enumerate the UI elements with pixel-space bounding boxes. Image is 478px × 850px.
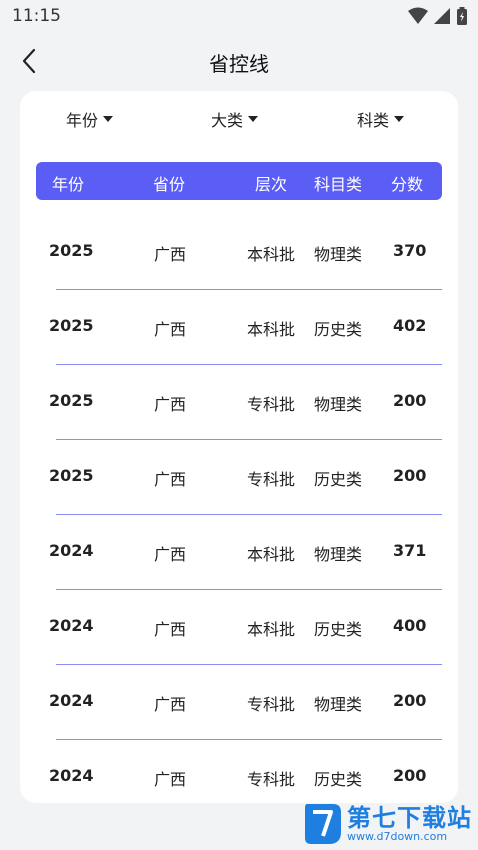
signal-icon <box>434 8 450 24</box>
filter-category-label: 大类 <box>211 111 244 130</box>
filter-bar: 年份 大类 科类 <box>20 91 458 147</box>
table-row: 2025 广西 专科批 历史类 200 <box>20 440 458 515</box>
cell-score: 402 <box>393 316 427 335</box>
table-row: 2025 广西 专科批 物理类 200 <box>20 365 458 440</box>
cell-year: 2024 <box>49 616 94 635</box>
watermark-url: www.d7down.com <box>347 830 448 843</box>
filter-year-label: 年份 <box>66 111 99 130</box>
table-row: 2024 广西 本科批 历史类 400 <box>20 590 458 665</box>
cell-year: 2024 <box>49 766 94 785</box>
site-logo-icon <box>305 804 341 844</box>
table-row: 2024 广西 专科批 历史类 200 <box>20 740 458 803</box>
cell-level: 专科批 <box>247 470 296 489</box>
cell-score: 200 <box>393 691 427 710</box>
nav-bar: 省控线 <box>0 38 478 84</box>
cell-subject: 历史类 <box>314 320 363 339</box>
cell-level: 本科批 <box>247 320 296 339</box>
cell-subject: 物理类 <box>314 695 363 714</box>
battery-icon <box>457 7 467 25</box>
header-year: 年份 <box>52 175 85 194</box>
status-time: 11:15 <box>12 6 61 26</box>
cell-level: 专科批 <box>247 695 296 714</box>
cell-level: 专科批 <box>247 395 296 414</box>
table-row: 2024 广西 专科批 物理类 200 <box>20 665 458 740</box>
caret-down-icon <box>103 116 114 122</box>
cell-year: 2025 <box>49 241 94 260</box>
cell-year: 2025 <box>49 316 94 335</box>
filter-subject-label: 科类 <box>357 111 390 130</box>
header-subject: 科目类 <box>314 175 363 194</box>
filter-subject-dropdown[interactable]: 科类 <box>357 107 405 131</box>
cell-province: 广西 <box>154 545 187 564</box>
cell-score: 371 <box>393 541 427 560</box>
cell-year: 2024 <box>49 541 94 560</box>
watermark: 第七下载站 www.d7down.com <box>303 802 472 846</box>
cell-score: 200 <box>393 766 427 785</box>
cell-subject: 历史类 <box>314 620 363 639</box>
cell-level: 本科批 <box>247 245 296 264</box>
cell-province: 广西 <box>154 620 187 639</box>
cell-province: 广西 <box>154 695 187 714</box>
cell-province: 广西 <box>154 245 187 264</box>
cell-province: 广西 <box>154 470 187 489</box>
cell-year: 2024 <box>49 691 94 710</box>
cell-subject: 物理类 <box>314 245 363 264</box>
cell-level: 专科批 <box>247 770 296 789</box>
status-icons <box>408 7 468 25</box>
cell-year: 2025 <box>49 466 94 485</box>
cell-subject: 物理类 <box>314 395 363 414</box>
table-body: 2025 广西 本科批 物理类 370 2025 广西 本科批 历史类 402 … <box>20 215 458 803</box>
cell-score: 200 <box>393 466 427 485</box>
header-score: 分数 <box>391 175 424 194</box>
filter-category-dropdown[interactable]: 大类 <box>211 107 259 131</box>
table-row: 2025 广西 本科批 物理类 370 <box>20 215 458 290</box>
table-row: 2024 广西 本科批 物理类 371 <box>20 515 458 590</box>
cell-level: 本科批 <box>247 620 296 639</box>
cell-level: 本科批 <box>247 545 296 564</box>
cell-subject: 历史类 <box>314 770 363 789</box>
cell-subject: 历史类 <box>314 470 363 489</box>
cell-subject: 物理类 <box>314 545 363 564</box>
score-card: 年份 大类 科类 年份 省份 层次 科目类 分数 2025 广西 本科批 物理类… <box>20 91 458 803</box>
header-level: 层次 <box>255 175 288 194</box>
cell-province: 广西 <box>154 770 187 789</box>
cell-year: 2025 <box>49 391 94 410</box>
wifi-icon <box>408 7 428 24</box>
cell-score: 200 <box>393 391 427 410</box>
page-title: 省控线 <box>209 52 269 76</box>
watermark-text: 第七下载站 www.d7down.com <box>347 805 472 843</box>
cell-province: 广西 <box>154 320 187 339</box>
cell-province: 广西 <box>154 395 187 414</box>
status-bar: 11:15 <box>0 0 478 34</box>
table-row: 2025 广西 本科批 历史类 402 <box>20 290 458 365</box>
filter-year-dropdown[interactable]: 年份 <box>66 107 114 131</box>
cell-score: 400 <box>393 616 427 635</box>
watermark-title: 第七下载站 <box>347 804 472 832</box>
caret-down-icon <box>394 116 405 122</box>
caret-down-icon <box>248 116 259 122</box>
table-header: 年份 省份 层次 科目类 分数 <box>36 162 442 200</box>
header-province: 省份 <box>153 175 186 194</box>
cell-score: 370 <box>393 241 427 260</box>
